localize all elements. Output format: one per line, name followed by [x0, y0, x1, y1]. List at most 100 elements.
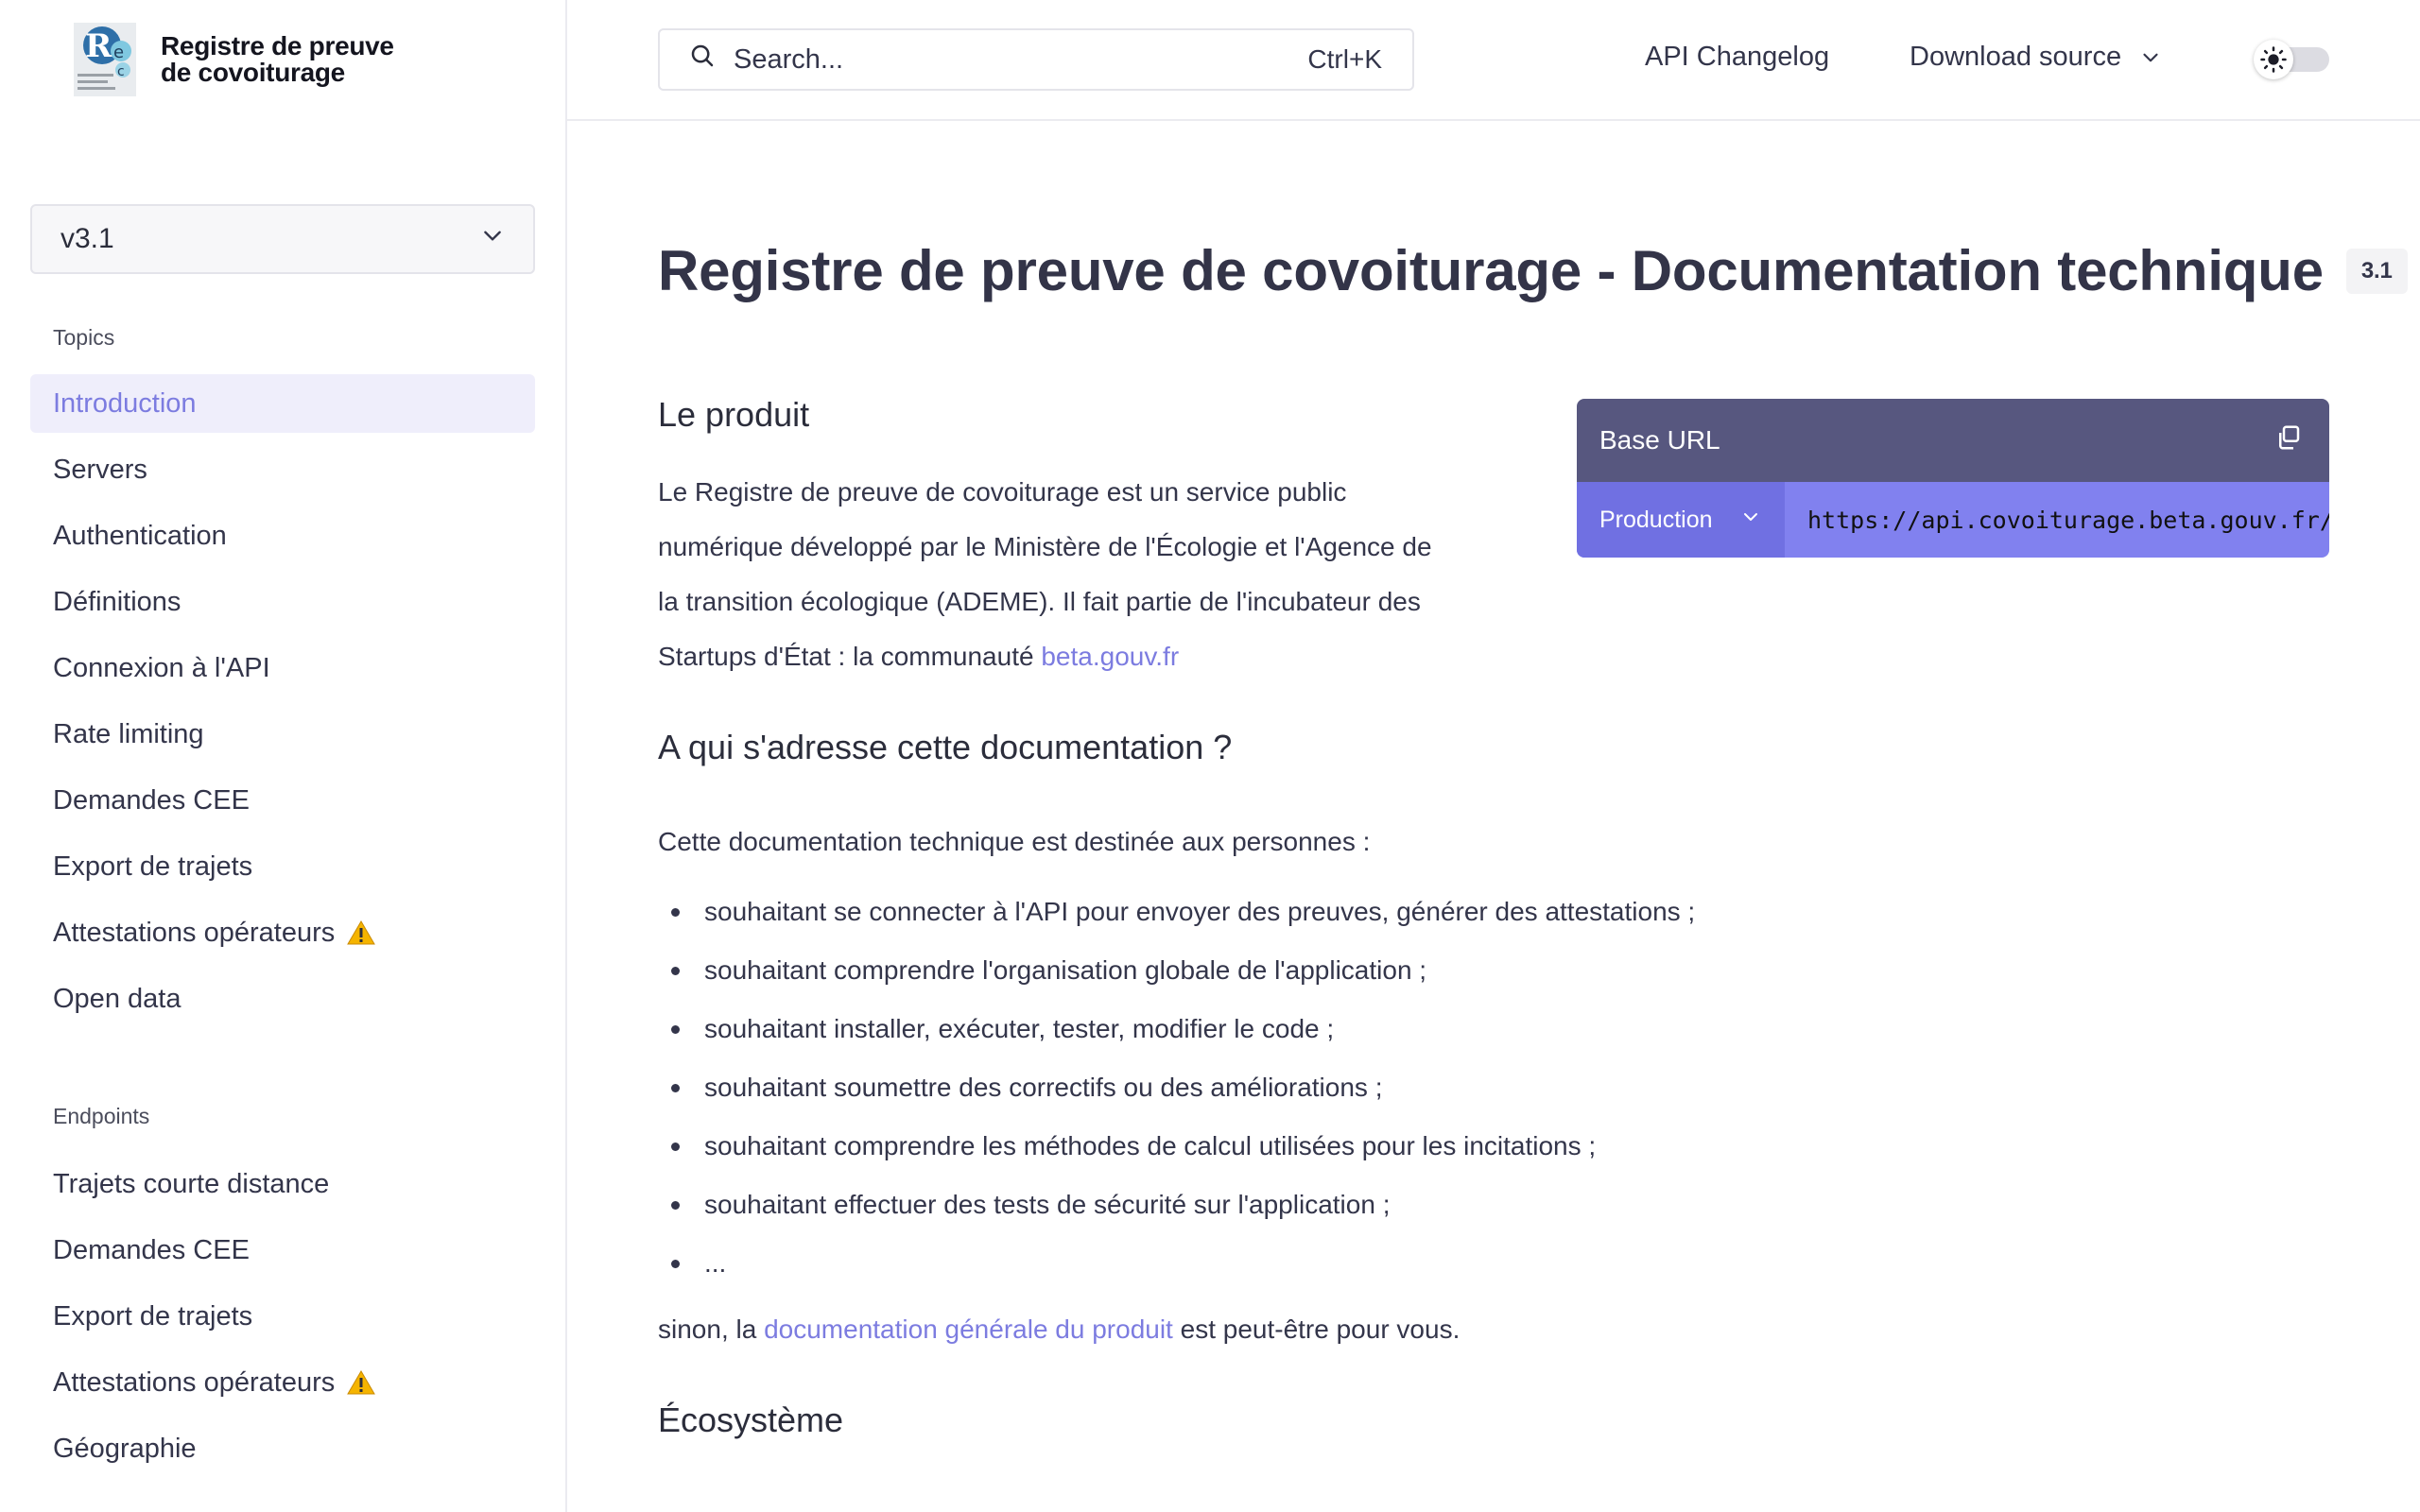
endpoints-nav: Trajets courte distance Demandes CEE Exp…: [30, 1155, 535, 1486]
copy-icon[interactable]: [2274, 423, 2303, 458]
bullet-dot: [671, 966, 680, 975]
audience-list: souhaitant se connecter à l'API pour env…: [671, 883, 1995, 1293]
search-input[interactable]: Search... Ctrl+K: [658, 28, 1414, 91]
sidebar-item-label: Demandes CEE: [53, 1234, 250, 1265]
outro-paragraph: sinon, la documentation générale du prod…: [658, 1302, 1460, 1357]
environment-select[interactable]: Production: [1577, 482, 1785, 558]
outro-text: sinon, la: [658, 1314, 765, 1344]
sidebar: R e c Registre de preuve de covoiturage …: [0, 0, 567, 1512]
bullet-dot: [671, 1083, 680, 1092]
list-item-text: souhaitant installer, exécuter, tester, …: [704, 1014, 1335, 1043]
sidebar-item-endpoint-attestations[interactable]: Attestations opérateurs: [30, 1353, 535, 1412]
list-item: souhaitant soumettre des correctifs ou d…: [671, 1058, 1995, 1117]
sidebar-item-rate-limiting[interactable]: Rate limiting: [30, 705, 535, 764]
download-source-button[interactable]: Download source: [1910, 42, 2163, 73]
sidebar-item-introduction[interactable]: Introduction: [30, 374, 535, 433]
list-item-text: souhaitant comprendre l'organisation glo…: [704, 955, 1427, 985]
logo-line-1: Registre de preuve: [161, 31, 394, 60]
sidebar-item-label: Définitions: [53, 586, 182, 617]
logo[interactable]: R e c Registre de preuve de covoiturage: [74, 23, 394, 96]
sidebar-item-trajets-courte-distance[interactable]: Trajets courte distance: [30, 1155, 535, 1213]
sidebar-item-demandes-cee[interactable]: Demandes CEE: [30, 771, 535, 830]
sidebar-item-endpoint-export-trajets[interactable]: Export de trajets: [30, 1287, 535, 1346]
sidebar-item-connexion-api[interactable]: Connexion à l'API: [30, 639, 535, 697]
svg-text:R: R: [85, 27, 112, 65]
beta-gouv-link[interactable]: beta.gouv.fr: [1041, 642, 1179, 671]
produit-paragraph: Le Registre de preuve de covoiturage est…: [658, 465, 1565, 684]
list-item: ...: [671, 1234, 1995, 1293]
bullet-dot: [671, 907, 680, 917]
search-icon: [688, 42, 717, 77]
sidebar-item-label: Trajets courte distance: [53, 1168, 330, 1199]
list-item: souhaitant se connecter à l'API pour env…: [671, 883, 1995, 941]
version-select[interactable]: v3.1: [30, 204, 535, 274]
logo-icon: R e c: [74, 23, 136, 96]
list-item: souhaitant effectuer des tests de sécuri…: [671, 1176, 1995, 1234]
product-doc-link[interactable]: documentation générale du produit: [764, 1314, 1173, 1344]
search-shortcut: Ctrl+K: [1307, 44, 1382, 74]
sidebar-item-servers[interactable]: Servers: [30, 440, 535, 499]
sidebar-item-label: Introduction: [53, 387, 197, 419]
sidebar-item-label: Authentication: [53, 520, 227, 551]
list-item-text: souhaitant se connecter à l'API pour env…: [704, 897, 1696, 926]
sidebar-item-definitions[interactable]: Définitions: [30, 573, 535, 631]
svg-text:c: c: [117, 64, 125, 79]
base-url-body: Production https://api.covoiturage.beta.…: [1577, 482, 2329, 558]
section-audience: A qui s'adresse cette documentation ?: [658, 728, 1233, 766]
topbar: Search... Ctrl+K API Changelog Download …: [567, 0, 2420, 121]
sidebar-item-label: Attestations opérateurs: [53, 917, 336, 948]
sidebar-item-label: Attestations opérateurs: [53, 1366, 336, 1398]
logo-text: Registre de preuve de covoiturage: [161, 33, 394, 86]
chevron-down-icon: [480, 223, 505, 255]
warning-icon: [346, 919, 376, 946]
bullet-dot: [671, 1259, 680, 1268]
base-url-value[interactable]: https://api.covoiturage.beta.gouv.fr/v3: [1785, 507, 2329, 534]
environment-value: Production: [1599, 506, 1713, 533]
list-item: souhaitant comprendre les méthodes de ca…: [671, 1117, 1995, 1176]
sidebar-item-geographie[interactable]: Géographie: [30, 1419, 535, 1478]
list-item-text: souhaitant effectuer des tests de sécuri…: [704, 1190, 1391, 1219]
sidebar-item-endpoint-demandes-cee[interactable]: Demandes CEE: [30, 1221, 535, 1280]
list-item: souhaitant comprendre l'organisation glo…: [671, 941, 1995, 1000]
sidebar-item-export-trajets[interactable]: Export de trajets: [30, 837, 535, 896]
chevron-down-icon: [2138, 45, 2163, 70]
list-item-text: souhaitant soumettre des correctifs ou d…: [704, 1073, 1383, 1102]
theme-toggle[interactable]: [2254, 34, 2331, 83]
sidebar-item-label: Servers: [53, 454, 147, 485]
search-placeholder: Search...: [734, 43, 844, 75]
paragraph-line: la transition écologique (ADEME). Il fai…: [658, 587, 1421, 616]
section-le-produit: Le produit: [658, 395, 810, 434]
version-value: v3.1: [60, 223, 114, 254]
base-url-title: Base URL: [1599, 425, 1720, 455]
page-title-text: Registre de preuve de covoiturage - Docu…: [658, 239, 2324, 302]
paragraph-line: Startups d'État : la communauté beta.gou…: [658, 629, 1565, 684]
paragraph-line: numérique développé par le Ministère de …: [658, 532, 1432, 561]
base-url-header: Base URL: [1577, 399, 2329, 482]
base-url-card: Base URL Production https://api.covoitur…: [1577, 399, 2329, 558]
page-title: Registre de preuve de covoiturage - Docu…: [658, 238, 2408, 303]
audience-intro: Cette documentation technique est destin…: [658, 827, 1371, 856]
sidebar-item-label: Demandes CEE: [53, 784, 250, 816]
endpoints-heading: Endpoints: [53, 1104, 150, 1128]
sidebar-item-authentication[interactable]: Authentication: [30, 507, 535, 565]
sidebar-item-label: Rate limiting: [53, 718, 204, 749]
svg-text:e: e: [113, 43, 124, 62]
api-changelog-link[interactable]: API Changelog: [1645, 42, 1829, 73]
bullet-dot: [671, 1142, 680, 1151]
sidebar-item-label: Géographie: [53, 1433, 197, 1464]
bullet-dot: [671, 1200, 680, 1210]
sidebar-item-attestations-operateurs[interactable]: Attestations opérateurs: [30, 903, 535, 962]
logo-line-2: de covoiturage: [161, 58, 345, 87]
bullet-dot: [671, 1024, 680, 1034]
topics-nav: Introduction Servers Authentication Défi…: [30, 374, 535, 1036]
topics-heading: Topics: [53, 325, 115, 350]
sidebar-item-label: Open data: [53, 983, 182, 1014]
chevron-down-icon: [1739, 506, 1762, 535]
section-ecosysteme: Écosystème: [658, 1400, 844, 1439]
sidebar-item-label: Export de trajets: [53, 1300, 253, 1332]
list-item: souhaitant installer, exécuter, tester, …: [671, 1000, 1995, 1058]
sidebar-item-open-data[interactable]: Open data: [30, 970, 535, 1028]
paragraph-line: Le Registre de preuve de covoiturage est…: [658, 477, 1347, 507]
list-item-text: souhaitant comprendre les méthodes de ca…: [704, 1131, 1597, 1160]
warning-icon: [346, 1369, 376, 1396]
